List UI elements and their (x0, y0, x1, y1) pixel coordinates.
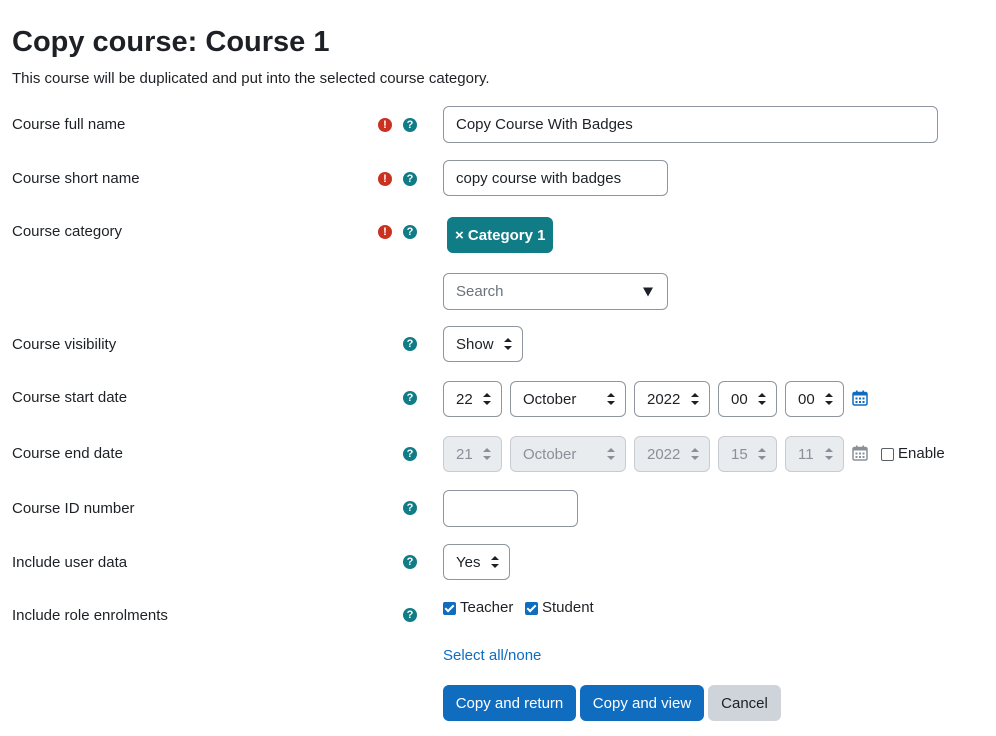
idnumber-input[interactable] (443, 490, 578, 527)
calendar-icon (852, 445, 868, 461)
fullname-input[interactable]: Copy Course With Badges (443, 106, 938, 143)
enddate-minute-value: 11 (798, 445, 814, 463)
userdata-value: Yes (456, 553, 481, 571)
required-icon: ! (378, 225, 392, 239)
select-arrows-icon (483, 393, 491, 405)
enddate-month-select: October (510, 436, 626, 472)
select-arrows-icon (491, 556, 499, 568)
select-arrows-icon (504, 338, 512, 350)
copy-and-view-button[interactable]: Copy and view (580, 685, 704, 721)
copy-and-return-button[interactable]: Copy and return (443, 685, 576, 721)
calendar-icon[interactable] (852, 390, 868, 406)
select-arrows-icon (758, 393, 766, 405)
startdate-year-value: 2022 (647, 390, 681, 408)
copy-course-page: Copy course: Course 1 This course will b… (0, 0, 996, 736)
select-all-none-link[interactable]: Select all/none (443, 647, 541, 664)
userdata-label: Include user data (12, 554, 128, 571)
row-category: Course category ! ? × Category 1 Search (0, 217, 996, 311)
fullname-label: Course full name (12, 116, 126, 133)
help-icon[interactable]: ? (403, 501, 417, 515)
required-icon: ! (378, 172, 392, 186)
enddate-hour-value: 15 (731, 445, 748, 463)
page-description: This course will be duplicated and put i… (12, 70, 490, 87)
shortname-label: Course short name (12, 170, 140, 187)
student-checkbox[interactable] (525, 602, 538, 615)
startdate-hour-value: 00 (731, 390, 748, 408)
help-icon[interactable]: ? (403, 447, 417, 461)
enddate-label: Course end date (12, 445, 123, 462)
enddate-day-select: 21 (443, 436, 502, 472)
select-arrows-icon (825, 393, 833, 405)
cancel-button[interactable]: Cancel (708, 685, 781, 721)
row-roles: Include role enrolments ? Teacher Studen… (0, 598, 996, 668)
required-icon: ! (378, 118, 392, 132)
select-arrows-icon (825, 448, 833, 460)
select-arrows-icon (607, 448, 615, 460)
visibility-select[interactable]: Show (443, 326, 523, 362)
startdate-hour-select[interactable]: 00 (718, 381, 777, 417)
enddate-month-value: October (523, 445, 577, 463)
teacher-label: Teacher (460, 599, 514, 616)
startdate-month-select[interactable]: October (510, 381, 626, 417)
teacher-checkbox[interactable] (443, 602, 456, 615)
select-arrows-icon (483, 448, 491, 460)
help-icon[interactable]: ? (403, 337, 417, 351)
row-fullname: Course full name ! ? Copy Course With Ba… (0, 106, 996, 143)
help-icon[interactable]: ? (403, 118, 417, 132)
enddate-minute-select: 11 (785, 436, 844, 472)
help-icon[interactable]: ? (403, 225, 417, 239)
startdate-day-select[interactable]: 22 (443, 381, 502, 417)
startdate-day-value: 22 (456, 390, 473, 408)
userdata-select[interactable]: Yes (443, 544, 510, 580)
category-label: Course category (12, 223, 123, 240)
category-search-placeholder: Search (456, 283, 504, 300)
help-icon[interactable]: ? (403, 608, 417, 622)
help-icon[interactable]: ? (403, 172, 417, 186)
enddate-year-select: 2022 (634, 436, 710, 472)
startdate-label: Course start date (12, 389, 128, 406)
row-startdate: Course start date ? 22 October 2022 00 0… (0, 381, 996, 417)
category-badge[interactable]: × Category 1 (447, 217, 554, 253)
startdate-minute-value: 00 (798, 390, 815, 408)
select-arrows-icon (758, 448, 766, 460)
student-label: Student (542, 599, 594, 616)
row-shortname: Course short name ! ? copy course with b… (0, 160, 996, 196)
roles-label: Include role enrolments (12, 607, 168, 624)
visibility-value: Show (456, 335, 494, 353)
caret-down-icon[interactable] (643, 287, 653, 296)
enddate-day-value: 21 (456, 445, 473, 463)
row-userdata: Include user data ? Yes (0, 544, 996, 580)
enddate-enable-label: Enable (898, 445, 945, 462)
startdate-month-value: October (523, 390, 577, 408)
visibility-label: Course visibility (12, 336, 117, 353)
enddate-hour-select: 15 (718, 436, 777, 472)
category-search[interactable]: Search (443, 273, 668, 310)
row-idnumber: Course ID number ? (0, 490, 996, 527)
select-arrows-icon (691, 448, 699, 460)
idnumber-label: Course ID number (12, 500, 135, 517)
help-icon[interactable]: ? (403, 391, 417, 405)
select-arrows-icon (691, 393, 699, 405)
row-visibility: Course visibility ? Show (0, 326, 996, 362)
help-icon[interactable]: ? (403, 555, 417, 569)
shortname-input[interactable]: copy course with badges (443, 160, 668, 196)
row-enddate: Course end date ? 21 October 2022 15 11 … (0, 436, 996, 472)
startdate-minute-select[interactable]: 00 (785, 381, 844, 417)
page-title: Copy course: Course 1 (12, 26, 330, 58)
enddate-enable-checkbox[interactable] (881, 448, 894, 461)
select-arrows-icon (607, 393, 615, 405)
enddate-year-value: 2022 (647, 445, 681, 463)
startdate-year-select[interactable]: 2022 (634, 381, 710, 417)
